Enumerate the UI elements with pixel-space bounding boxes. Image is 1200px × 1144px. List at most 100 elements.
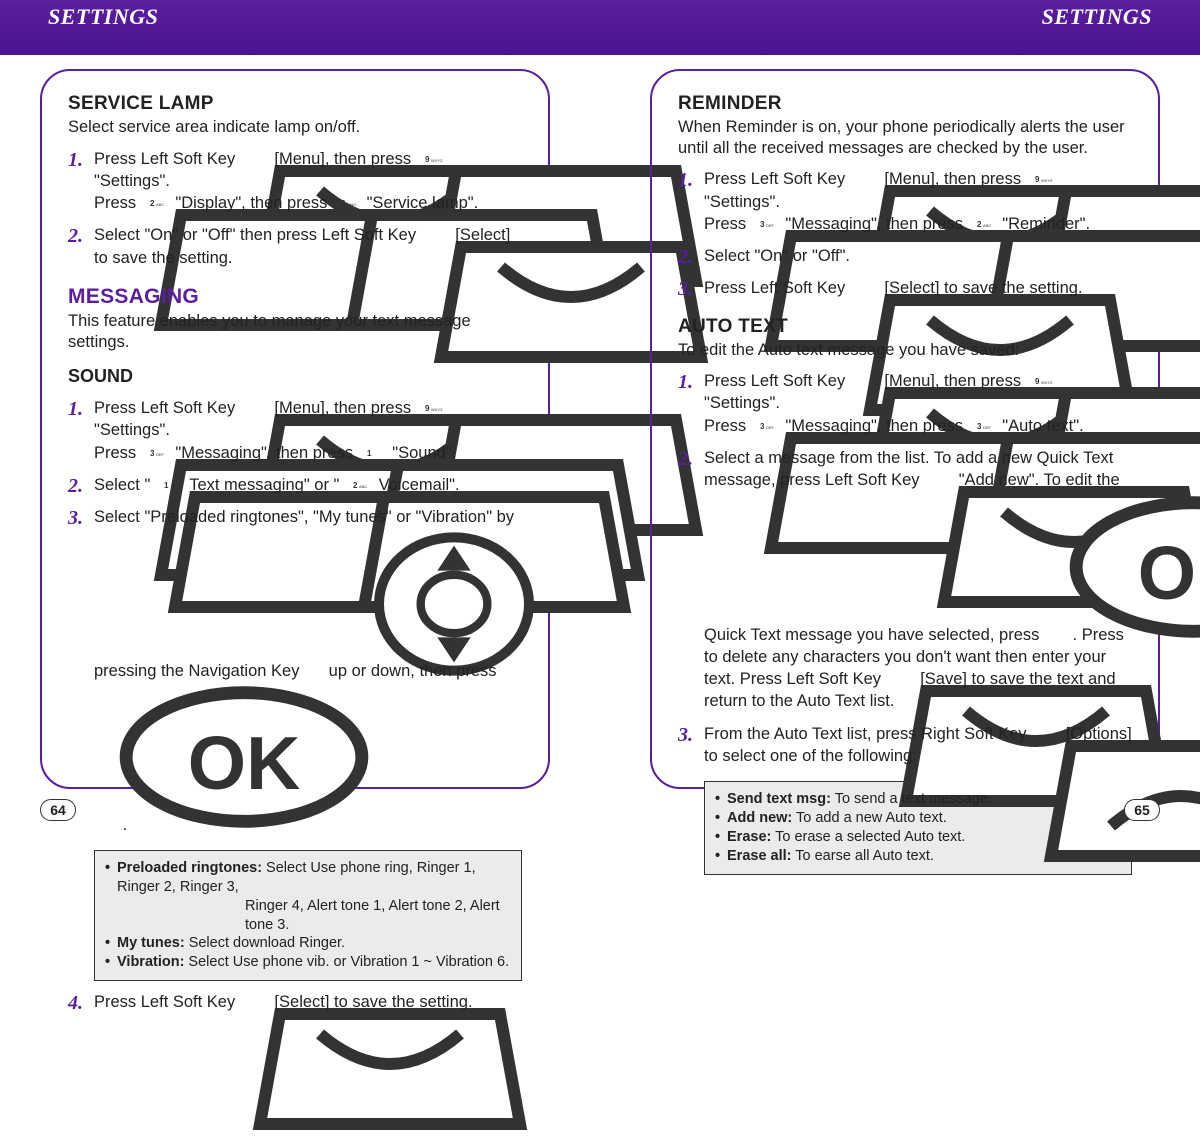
nav-key-icon [304,529,324,547]
key-3-icon: 3DEF [968,418,998,433]
erase-text: To erase a selected Auto text. [771,829,965,845]
svg-text:3: 3 [760,220,765,229]
text: "Settings". [704,193,780,211]
text: "Settings". [94,421,170,439]
text: [Select] to save the setting. [274,993,472,1011]
key-6-icon: 6MNO [332,195,362,210]
mytunes-label: My tunes: [117,935,185,951]
step-number: 4. [68,991,94,1013]
preloaded-label: Preloaded ringtones: [117,860,262,876]
svg-text:2: 2 [353,481,358,490]
reminder-desc: When Reminder is on, your phone periodic… [678,117,1132,158]
text: [Menu], then press [274,150,415,168]
text: [Menu], then press [274,399,415,417]
left-soft-key-icon [421,227,451,242]
left-soft-key-icon [850,373,880,388]
svg-text:2: 2 [150,199,155,208]
step-body: Press Left Soft Key [Menu], then press 9… [94,148,522,215]
step-body: Press Left Soft Key [Menu], then press 9… [704,168,1132,235]
step-number: 3. [678,723,704,745]
step-body: Select "Preloaded ringtones", "My tunes"… [94,506,522,836]
text: Press [94,444,141,462]
add-text: To add a new Auto text. [792,810,947,826]
text: [Select] to save the setting. [884,279,1082,297]
text: "Settings". [704,394,780,412]
svg-text:WXYZ: WXYZ [1041,178,1053,183]
svg-text:DEF: DEF [156,452,165,457]
text: Press Left Soft Key [94,399,240,417]
text: Press Left Soft Key [94,150,240,168]
text: Press Left Soft Key [94,993,240,1011]
step-number: 2. [678,447,704,469]
text: "Settings". [94,172,170,190]
svg-text:ABC: ABC [359,484,367,489]
text: Select " [94,476,155,494]
sound-options-box: •Preloaded ringtones: Select Use phone r… [94,850,522,981]
left-soft-key-icon [240,151,270,166]
service-lamp-desc: Select service area indicate lamp on/off… [68,117,522,138]
step-number: 2. [68,474,94,496]
vibration-label: Vibration: [117,954,184,970]
step-body: Press Left Soft Key [Menu], then press 9… [94,397,522,464]
key-2-icon: 2ABC [141,195,171,210]
text: Press Left Soft Key [704,170,850,188]
svg-text:3: 3 [150,449,155,458]
text: Text messaging" or " [189,476,344,494]
step-body: Press Left Soft Key [Menu], then press 9… [704,370,1132,437]
header-band: SETTINGS SETTINGS [0,0,1200,55]
reminder-steps: 1. Press Left Soft Key [Menu], then pres… [678,168,1132,299]
svg-text:9: 9 [1035,377,1040,386]
header-left-title: SETTINGS [48,4,158,30]
step-number: 2. [678,245,704,267]
svg-text:1: 1 [367,449,372,458]
svg-text:9: 9 [1035,175,1040,184]
step-number: 1. [68,148,94,170]
step-number: 1. [678,370,704,392]
step-number: 2. [68,224,94,246]
key-3-icon: 3DEF [751,418,781,433]
autotext-steps: 1. Press Left Soft Key [Menu], then pres… [678,370,1132,767]
ok-key-icon [1044,492,1068,506]
step-body: Press Left Soft Key [Select] to save the… [94,991,522,1013]
text: Voicemail". [379,476,460,494]
eraseall-text: To earse all Auto text. [792,848,934,864]
text: [Menu], then press [884,170,1025,188]
left-soft-key-icon [850,171,880,186]
svg-text:6: 6 [341,199,346,208]
svg-text:MNO: MNO [347,202,356,207]
left-soft-key-icon [240,994,270,1009]
key-2-icon: 2ABC [344,477,374,492]
text: Press [704,417,751,435]
key-9-icon: 9WXYZ [1026,373,1056,388]
key-1-icon: 1 [155,477,185,492]
svg-text:WXYZ: WXYZ [1041,380,1053,385]
key-9-icon: 9WXYZ [416,400,446,415]
send-label: Send text msg: [727,791,831,807]
page-left: SERVICE LAMP Select service area indicat… [40,69,550,825]
svg-text:9: 9 [425,404,430,413]
step-body: Select " 1 Text messaging" or " 2ABC Voi… [94,474,522,496]
svg-text:DEF: DEF [983,425,992,430]
key-1-icon: 1 [358,445,388,460]
add-label: Add new: [727,810,792,826]
svg-text:3: 3 [977,422,982,431]
step-body: Select a message from the list. To add a… [704,447,1132,713]
text: "Auto text". [1002,417,1083,435]
svg-text:2: 2 [977,220,982,229]
svg-text:3: 3 [760,422,765,431]
ok-key-icon [94,682,118,696]
svg-text:9: 9 [425,155,430,164]
text: up or down, then press [329,662,497,680]
step-body: Press Left Soft Key [Select] to save the… [704,277,1132,299]
svg-text:DEF: DEF [766,425,775,430]
step-body: Select "On" or "Off" then press Left Sof… [94,224,522,269]
step-number: 3. [678,277,704,299]
eraseall-label: Erase all: [727,848,792,864]
step-body: From the Auto Text list, press Right Sof… [704,723,1132,768]
sound-steps-cont: 4. Press Left Soft Key [Select] to save … [68,991,522,1013]
right-soft-key-icon [1031,726,1061,741]
step-body: Select "On" or "Off". [704,245,1132,267]
page-right: REMINDER When Reminder is on, your phone… [650,69,1160,825]
reminder-heading: REMINDER [678,93,1132,115]
preloaded-text-2: Ringer 4, Alert tone 1, Alert tone 2, Al… [117,897,511,935]
